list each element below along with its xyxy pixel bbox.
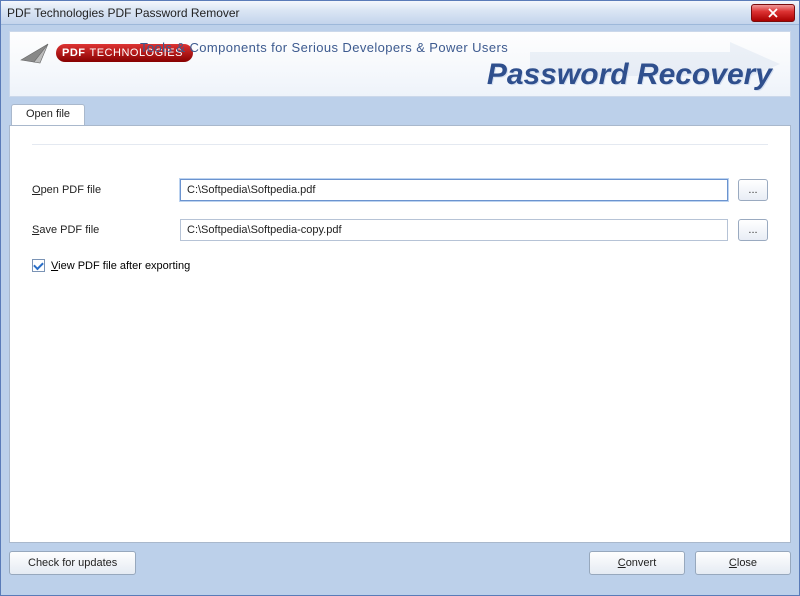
view-after-export-row: View PDF file after exporting: [32, 259, 768, 272]
client-area: PDF TECHNOLOGIES Tools & Components for …: [1, 25, 799, 595]
save-file-browse-button[interactable]: ...: [738, 219, 768, 241]
window-title: PDF Technologies PDF Password Remover: [7, 6, 240, 20]
open-file-input[interactable]: [180, 179, 728, 201]
close-icon: [768, 8, 778, 18]
tagline: Tools & Components for Serious Developer…: [140, 40, 508, 55]
tab-strip: Open file: [9, 103, 791, 125]
window-close-button[interactable]: [751, 4, 795, 22]
footer-bar: Check for updates Convert Close: [9, 551, 791, 575]
view-after-export-label[interactable]: View PDF file after exporting: [51, 260, 190, 272]
brand-text-left: PDF: [62, 47, 86, 59]
save-file-row: Save PDF file ...: [32, 219, 768, 241]
convert-button[interactable]: Convert: [589, 551, 685, 575]
ellipsis-icon: ...: [748, 184, 757, 196]
ellipsis-icon: ...: [748, 224, 757, 236]
close-button[interactable]: Close: [695, 551, 791, 575]
open-file-browse-button[interactable]: ...: [738, 179, 768, 201]
tab-panel-open-file: Open PDF file ... Save PDF file ...: [9, 125, 791, 543]
titlebar: PDF Technologies PDF Password Remover: [1, 1, 799, 25]
tab-open-file[interactable]: Open file: [11, 104, 85, 125]
open-file-label: Open PDF file: [32, 184, 180, 196]
save-file-input[interactable]: [180, 219, 728, 241]
open-file-row: Open PDF file ...: [32, 179, 768, 201]
tab-label: Open file: [26, 108, 70, 120]
header-banner: PDF TECHNOLOGIES Tools & Components for …: [9, 31, 791, 97]
product-title: Password Recovery: [487, 58, 772, 92]
paper-plane-icon: [20, 42, 50, 64]
view-after-export-checkbox[interactable]: [32, 259, 45, 272]
app-window: PDF Technologies PDF Password Remover PD…: [0, 0, 800, 596]
divider: [32, 144, 768, 145]
footer-right-group: Convert Close: [589, 551, 791, 575]
check-updates-button[interactable]: Check for updates: [9, 551, 136, 575]
save-file-label: Save PDF file: [32, 224, 180, 236]
